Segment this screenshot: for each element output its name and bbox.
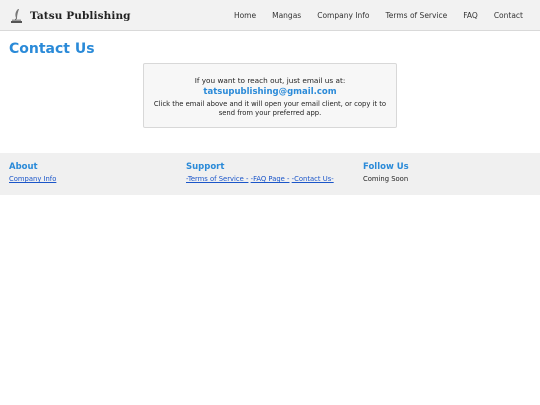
email-link[interactable]: tatsupublishing@gmail.com [144, 87, 396, 97]
main-nav: Home Mangas Company Info Terms of Servic… [226, 0, 540, 31]
brand[interactable]: Tatsu Publishing [9, 6, 131, 26]
nav-mangas[interactable]: Mangas [264, 11, 309, 20]
footer-follow-text: Coming Soon [363, 175, 409, 183]
nav-home[interactable]: Home [226, 11, 264, 20]
brand-name: Tatsu Publishing [30, 10, 131, 22]
footer-contact-link[interactable]: -Contact Us- [292, 175, 334, 183]
contact-hint: Click the email above and it will open y… [153, 100, 387, 117]
nav-company-info[interactable]: Company Info [309, 11, 377, 20]
book-quill-icon [11, 9, 22, 23]
contact-intro: If you want to reach out, just email us … [194, 76, 346, 85]
footer-about-heading: About [9, 162, 38, 172]
footer-support-heading: Support [186, 162, 225, 172]
footer-faq-link[interactable]: -FAQ Page - [251, 175, 290, 183]
footer-follow-heading: Follow Us [363, 162, 409, 172]
nav-faq[interactable]: FAQ [455, 11, 486, 20]
contact-card: If you want to reach out, just email us … [143, 63, 397, 128]
footer-terms-link[interactable]: -Terms of Service - [186, 175, 248, 183]
page-title: Contact Us [9, 41, 95, 57]
site-footer: About Company Info Support -Terms of Ser… [0, 153, 540, 195]
footer-company-info-link[interactable]: Company Info [9, 175, 56, 183]
nav-contact[interactable]: Contact [486, 11, 540, 20]
site-header: Tatsu Publishing Home Mangas Company Inf… [0, 0, 540, 31]
nav-terms-of-service[interactable]: Terms of Service [377, 11, 455, 20]
